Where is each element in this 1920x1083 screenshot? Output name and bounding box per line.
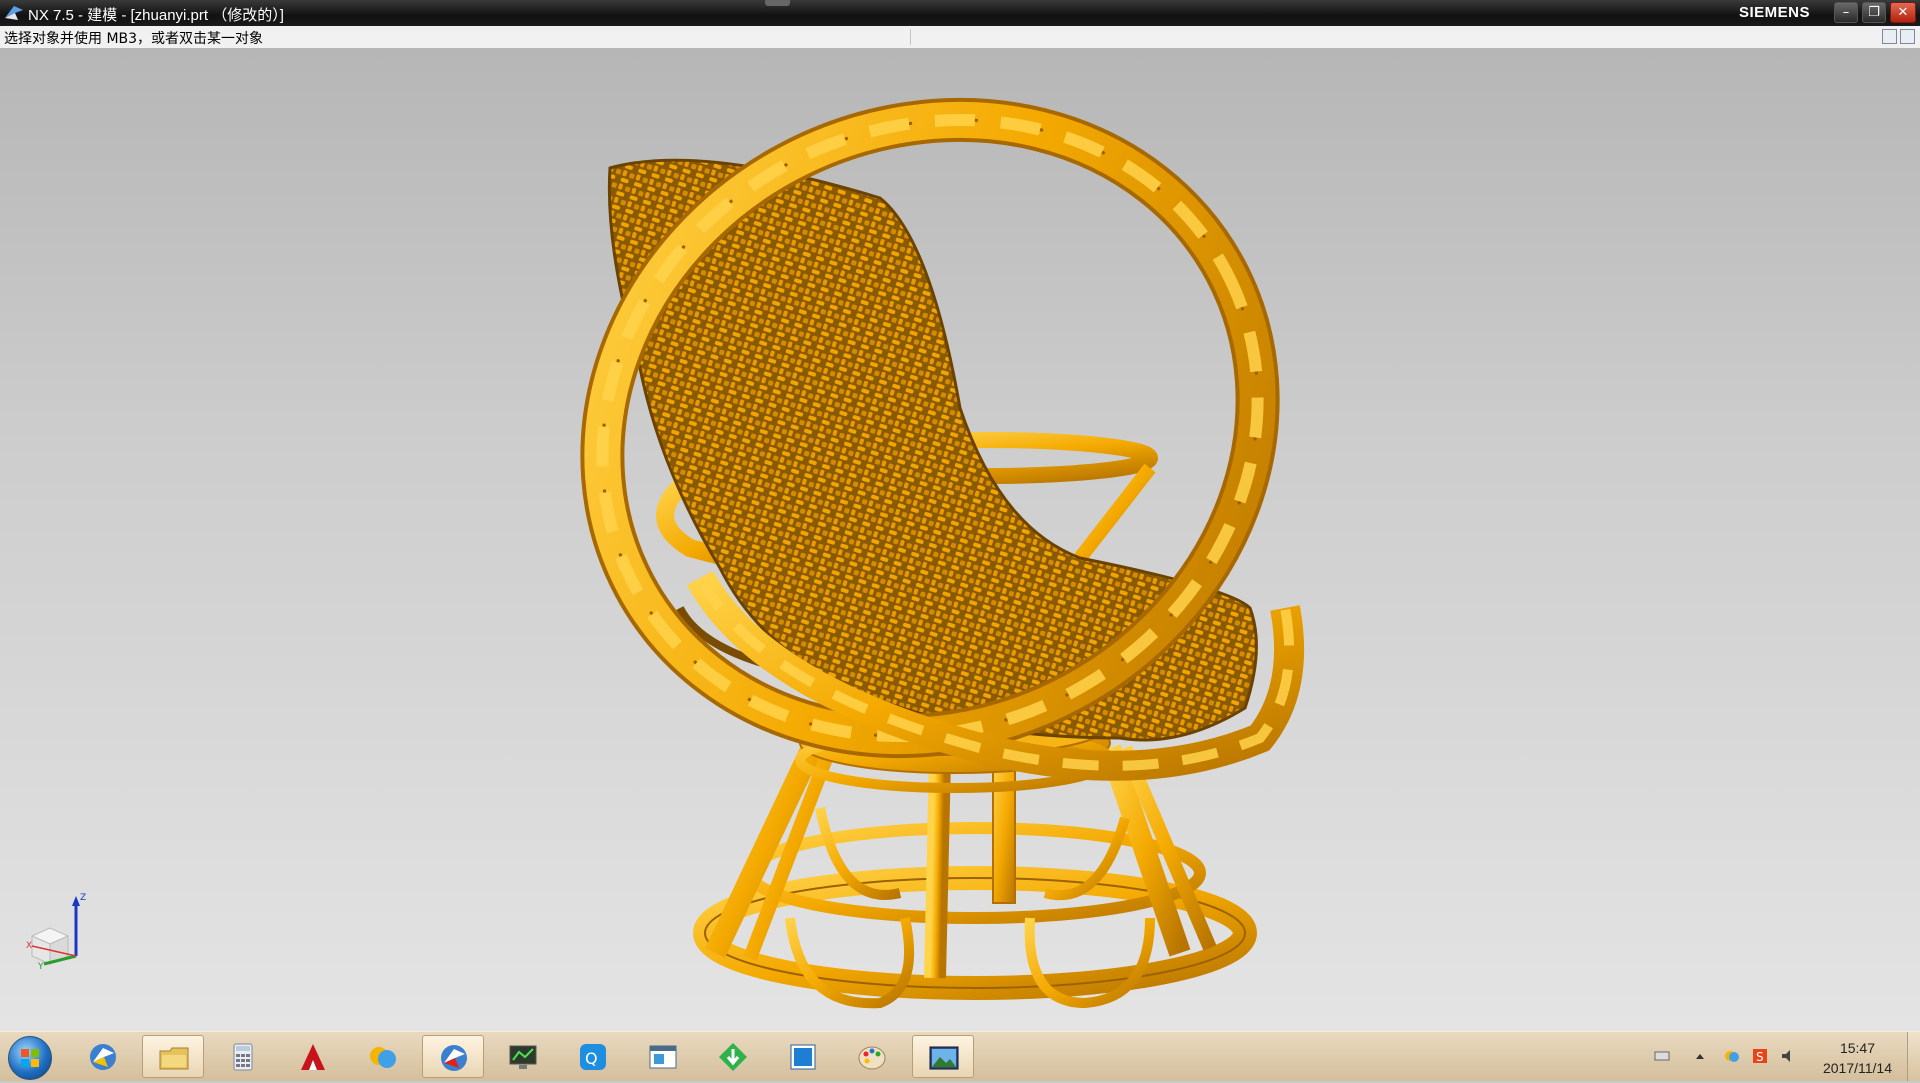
triad-x-label: X <box>26 941 32 951</box>
paint-palette-icon <box>858 1046 886 1070</box>
taskbar-blue-square[interactable] <box>772 1035 834 1078</box>
clock-time: 15:47 <box>1839 1040 1875 1056</box>
nx-app-icon[interactable] <box>4 4 24 22</box>
monitor-icon <box>509 1045 537 1069</box>
taskbar-calculator[interactable] <box>212 1035 274 1078</box>
taskbar-window[interactable] <box>632 1035 694 1078</box>
blue-square-icon <box>790 1044 816 1070</box>
explorer-folder-icon <box>159 1047 189 1070</box>
download-arrow-icon <box>719 1043 747 1071</box>
window-title-bar[interactable]: NX 7.5 - 建模 - [zhuanyi.prt （修改的）] SIEMEN… <box>0 0 1920 26</box>
calculator-icon <box>233 1043 253 1071</box>
taskbar-download[interactable] <box>702 1035 764 1078</box>
system-clock[interactable]: 15:47 2017/11/14 <box>1823 1038 1892 1078</box>
picture-viewer-icon <box>929 1046 959 1070</box>
window-icon <box>649 1045 677 1069</box>
status-indicator-icon[interactable] <box>1882 29 1897 44</box>
start-button[interactable] <box>8 1036 52 1080</box>
close-button[interactable]: ✕ <box>1890 2 1916 23</box>
taskbar-explorer[interactable] <box>142 1035 204 1078</box>
messenger-icon <box>370 1047 396 1068</box>
chair-model[interactable] <box>0 48 1920 1031</box>
network-icon[interactable] <box>1724 1049 1740 1063</box>
speaker-icon[interactable] <box>1780 1049 1796 1063</box>
cue-line: 选择对象并使用 MB3，或者双击某一对象 <box>0 26 1920 49</box>
taskbar-nx-active[interactable] <box>422 1035 484 1078</box>
restore-button[interactable]: ❐ <box>1862 2 1886 23</box>
autocad-icon <box>301 1044 325 1070</box>
show-hidden-arrow-icon[interactable] <box>1692 1049 1708 1063</box>
siemens-logo: SIEMENS <box>1738 4 1810 21</box>
show-desktop-button[interactable] <box>1907 1032 1920 1081</box>
taskbar-nx[interactable] <box>72 1035 134 1078</box>
cue-text: 选择对象并使用 MB3，或者双击某一对象 <box>4 31 264 47</box>
cue-divider <box>910 29 911 45</box>
clock-date: 2017/11/14 <box>1822 1060 1892 1076</box>
sogou-s-icon[interactable]: S <box>1752 1049 1768 1063</box>
nx-icon <box>441 1045 467 1071</box>
taskbar-paint[interactable] <box>842 1035 904 1078</box>
taskbar-qq[interactable]: Q <box>562 1035 624 1078</box>
nx-icon <box>90 1044 116 1070</box>
svg-text:Q: Q <box>585 1049 598 1068</box>
ribbon-grip[interactable] <box>765 0 790 6</box>
taskbar-picture-viewer[interactable] <box>912 1035 974 1078</box>
taskbar-monitor[interactable] <box>492 1035 554 1078</box>
svg-text:S: S <box>1756 1050 1764 1063</box>
minimize-button[interactable]: – <box>1834 2 1858 23</box>
graphics-window[interactable]: Z X Y <box>0 48 1920 1031</box>
taskbar: Q S 15:47 2017/11/14 <box>0 1031 1920 1081</box>
window-title: NX 7.5 - 建模 - [zhuanyi.prt （修改的）] <box>28 7 284 24</box>
windows-logo-icon <box>21 1049 39 1067</box>
taskbar-autocad[interactable] <box>282 1035 344 1078</box>
keyboard-icon[interactable] <box>1654 1049 1670 1063</box>
full-screen-toggle-icon[interactable] <box>1900 29 1915 44</box>
view-triad-icon: Z X Y <box>26 893 86 970</box>
taskbar-messenger[interactable] <box>352 1035 414 1078</box>
triad-y-label: Y <box>37 962 44 970</box>
triad-z-label: Z <box>80 893 86 903</box>
qq-icon: Q <box>580 1044 606 1070</box>
